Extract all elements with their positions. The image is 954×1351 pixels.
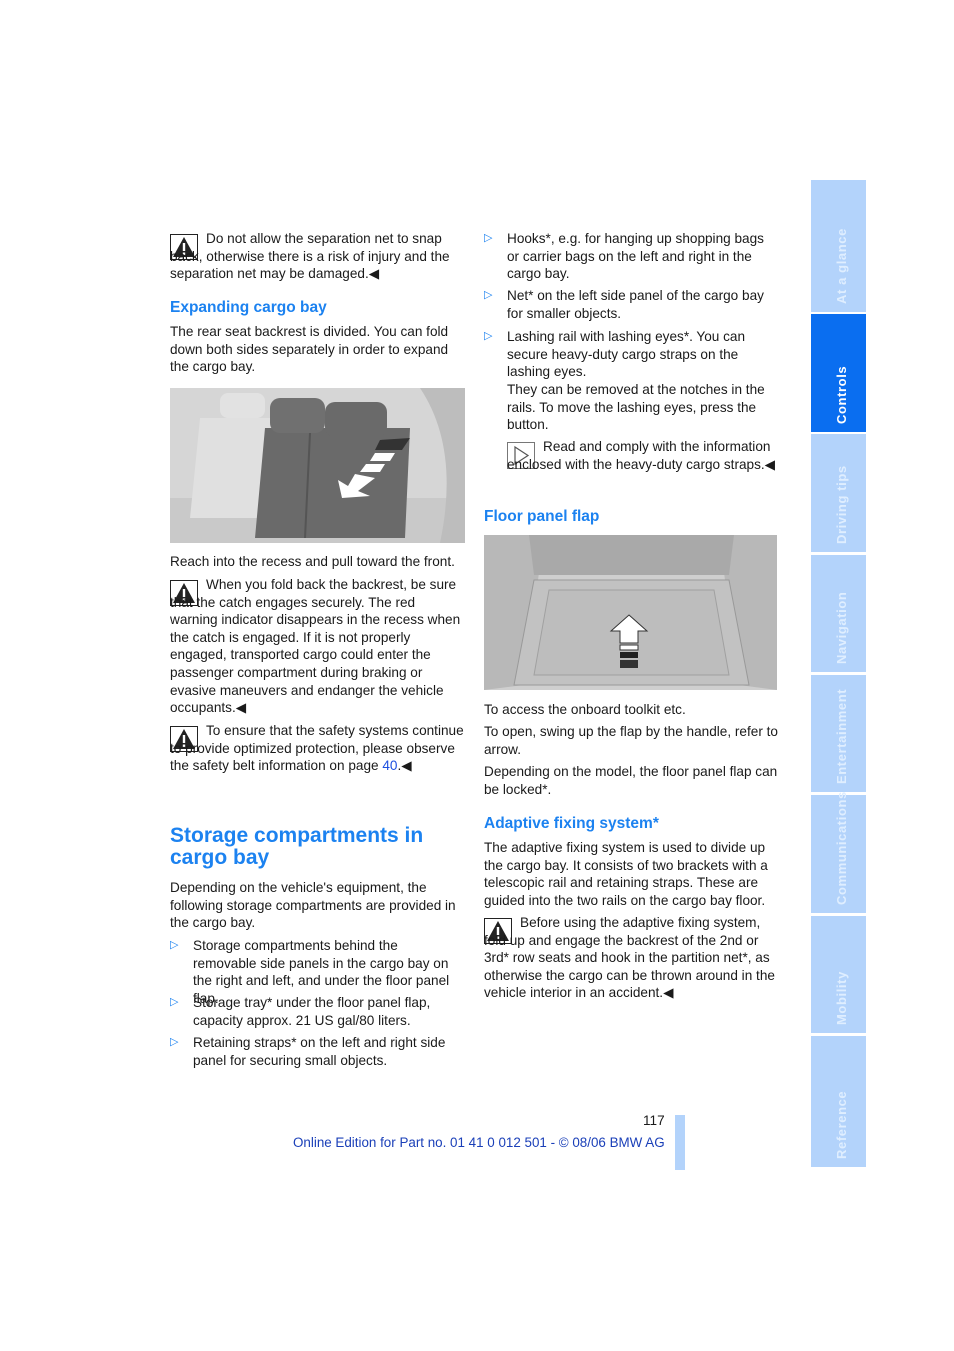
- rear-seat-backrest-image: [170, 388, 465, 543]
- bullet-triangle-icon: ▷: [170, 996, 179, 1008]
- page-40-link[interactable]: 40: [382, 758, 397, 773]
- warning-adaptive: Before using the adaptive fixing system,…: [484, 915, 775, 1001]
- tab-label: Navigation: [833, 591, 849, 664]
- warning-safety-belt: To ensure that the safety systems contin…: [170, 722, 465, 775]
- bullet-triangle-icon: ▷: [484, 330, 493, 342]
- cargo-item-hooks: Hooks*, e.g. for hanging up shopping bag…: [507, 231, 764, 282]
- tab-driving-tips[interactable]: Driving tips: [811, 434, 866, 552]
- tab-communications[interactable]: Communications: [811, 791, 866, 913]
- tab-label: Controls: [833, 365, 849, 424]
- bullet-triangle-icon: ▷: [170, 1036, 179, 1048]
- warning-safety-belt-text: To ensure that the safety systems contin…: [170, 723, 464, 774]
- page-number: 117: [643, 1113, 665, 1128]
- expanding-body: The rear seat backrest is divided. You c…: [170, 324, 449, 375]
- lashing-extra: They can be removed at the notches in th…: [507, 382, 765, 433]
- storage-item: Retaining straps* on the left and right …: [193, 1035, 446, 1068]
- tab-label: Driving tips: [833, 465, 849, 544]
- cargo-item-net: Net* on the left side panel of the cargo…: [507, 288, 764, 321]
- tab-reference[interactable]: Reference: [811, 1036, 866, 1167]
- edition-footer: Online Edition for Part no. 01 41 0 012 …: [293, 1135, 665, 1150]
- adaptive-body: The adaptive fixing system is used to di…: [484, 840, 768, 908]
- heading-expanding-cargo-bay: Expanding cargo bay: [170, 299, 327, 316]
- bullet-triangle-icon: ▷: [484, 289, 493, 301]
- tab-navigation[interactable]: Navigation: [811, 555, 866, 672]
- note-cargo-straps: Read and comply with the information enc…: [507, 439, 776, 472]
- floor-panel-flap-image: [484, 535, 777, 690]
- expanding-caption: Reach into the recess and pull toward th…: [170, 554, 455, 569]
- page-marker-bar: [675, 1115, 685, 1170]
- storage-item: Storage tray* under the floor panel flap…: [193, 995, 431, 1028]
- floor-p3: Depending on the model, the floor panel …: [484, 764, 778, 797]
- bullet-triangle-icon: ▷: [484, 232, 493, 244]
- tab-label: At a glance: [833, 228, 849, 304]
- tab-label: Mobility: [833, 971, 849, 1025]
- warning-separation-net: Do not allow the separation net to snap …: [170, 231, 450, 282]
- tab-entertainment[interactable]: Entertainment: [811, 675, 866, 792]
- cargo-item-lashing: Lashing rail with lashing eyes*. You can…: [507, 329, 746, 380]
- tab-mobility[interactable]: Mobility: [811, 916, 866, 1033]
- floor-p2: To open, swing up the flap by the handle…: [484, 724, 778, 757]
- end-mark: .◀: [397, 758, 412, 774]
- warning-backrest-catch: When you fold back the backrest, be sure…: [170, 577, 461, 716]
- tab-at-a-glance[interactable]: At a glance: [811, 180, 866, 312]
- heading-floor-panel-flap: Floor panel flap: [484, 508, 600, 525]
- tab-label: Reference: [833, 1090, 849, 1159]
- heading-adaptive-fixing-system: Adaptive fixing system*: [484, 815, 659, 832]
- heading-storage-compartments: Storage compartments in cargo bay: [170, 824, 424, 869]
- bullet-triangle-icon: ▷: [170, 939, 179, 951]
- tab-label: Entertainment: [833, 688, 849, 784]
- tab-label: Communications: [833, 791, 849, 905]
- storage-intro: Depending on the vehicle's equipment, th…: [170, 880, 456, 931]
- floor-p1: To access the onboard toolkit etc.: [484, 702, 686, 717]
- tab-controls[interactable]: Controls: [811, 314, 866, 432]
